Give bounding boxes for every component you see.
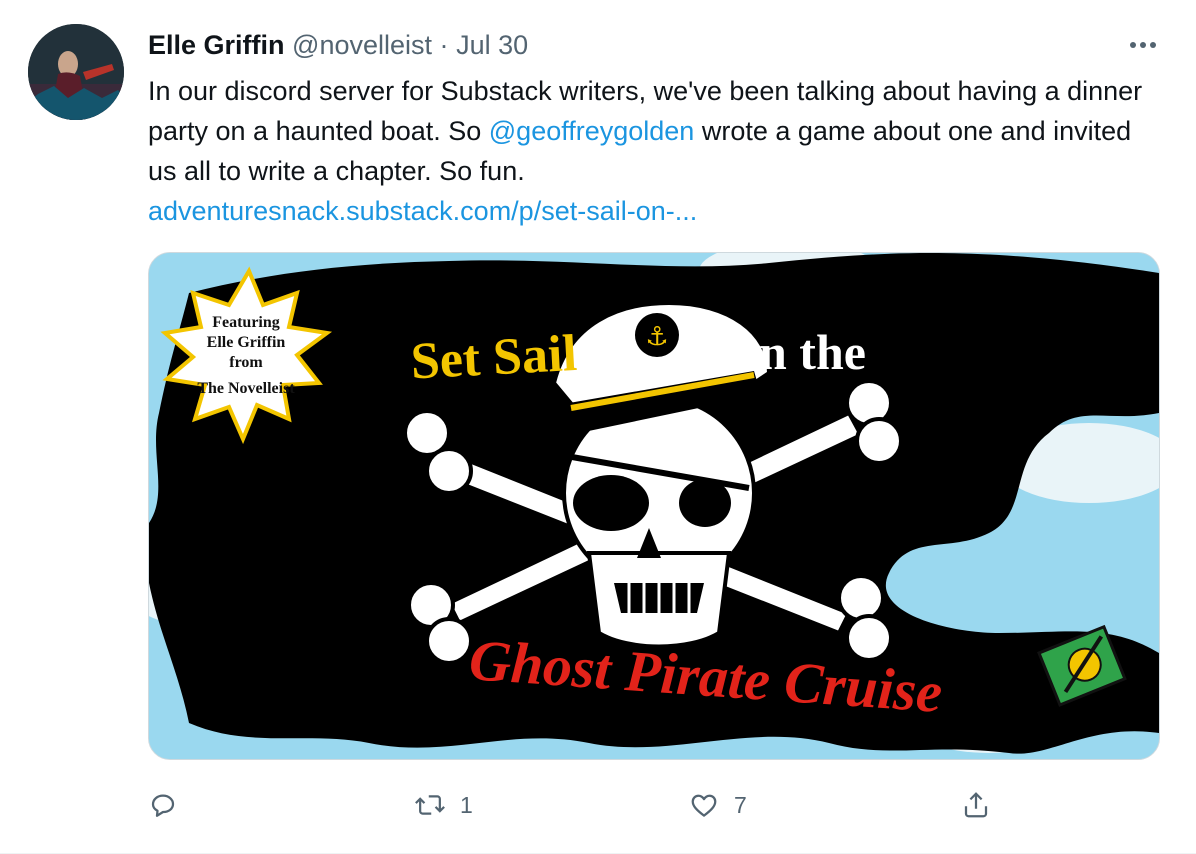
retweet-button[interactable]: 1 (414, 780, 473, 830)
retweet-count: 1 (460, 791, 473, 818)
title-on-the: on the (734, 324, 866, 380)
mention-link[interactable]: @geoffreygolden (489, 116, 695, 146)
profile-photo-icon (28, 24, 124, 120)
share-button[interactable] (960, 780, 992, 830)
badge-line2: Elle Griffin (207, 334, 286, 351)
retweet-icon (415, 795, 445, 815)
tweet-actions: 1 7 (148, 780, 1158, 830)
reply-button[interactable] (148, 780, 192, 830)
tweet-header: Elle Griffin @novelleist · Jul 30 (148, 28, 528, 62)
author-handle[interactable]: @novelleist (292, 30, 432, 60)
tweet[interactable]: Elle Griffin @novelleist · Jul 30 In our… (0, 0, 1196, 854)
more-icon-dot (1140, 42, 1146, 48)
tweet-text: In our discord server for Substack write… (148, 71, 1158, 231)
badge-line4: The Novelleist (197, 380, 295, 397)
article-link[interactable]: adventuresnack.substack.com/p/set-sail-o… (148, 196, 697, 226)
separator: · (439, 30, 449, 60)
pirate-flag-image: ⚓ Featuring Elle Griffin from The Novell… (149, 253, 1159, 759)
author-name[interactable]: Elle Griffin (148, 30, 285, 60)
avatar[interactable] (28, 24, 124, 120)
more-icon-dot (1150, 42, 1156, 48)
like-button[interactable]: 7 (688, 780, 747, 830)
tweet-date[interactable]: Jul 30 (456, 30, 528, 60)
more-icon-dot (1130, 42, 1136, 48)
title-set-sail: Set Sail (409, 325, 578, 391)
badge-line3: from (229, 354, 263, 371)
more-options-button[interactable] (1120, 28, 1166, 62)
reply-icon (151, 794, 175, 817)
like-count: 7 (734, 791, 747, 818)
media-card[interactable]: ⚓ Featuring Elle Griffin from The Novell… (148, 252, 1160, 760)
heart-icon (691, 794, 717, 817)
svg-text:⚓: ⚓ (645, 322, 668, 352)
share-icon (964, 792, 988, 818)
badge-line1: Featuring (212, 314, 280, 331)
